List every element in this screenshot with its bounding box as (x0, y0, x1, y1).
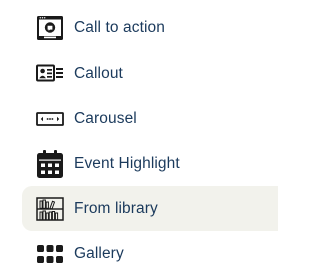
menu-item-label: Gallery (74, 244, 124, 262)
call-to-action-icon (35, 13, 65, 43)
menu-item-label: Event Highlight (74, 154, 180, 172)
menu-item-event-highlight[interactable]: Event Highlight (22, 141, 278, 186)
gallery-icon (35, 239, 65, 269)
callout-icon (35, 59, 65, 89)
block-type-menu: Call to action Callout Carousel Event Hi… (0, 0, 278, 278)
carousel-icon (35, 104, 65, 134)
menu-item-from-library[interactable]: From library (22, 186, 278, 231)
library-icon (35, 194, 65, 224)
menu-item-label: From library (74, 199, 158, 217)
calendar-icon (35, 149, 65, 179)
menu-item-label: Callout (74, 64, 123, 82)
menu-item-gallery[interactable]: Gallery (22, 231, 278, 276)
menu-item-label: Carousel (74, 109, 137, 127)
menu-item-call-to-action[interactable]: Call to action (22, 5, 278, 50)
menu-item-callout[interactable]: Callout (22, 51, 278, 96)
menu-item-label: Call to action (74, 18, 166, 36)
menu-item-carousel[interactable]: Carousel (22, 96, 278, 141)
